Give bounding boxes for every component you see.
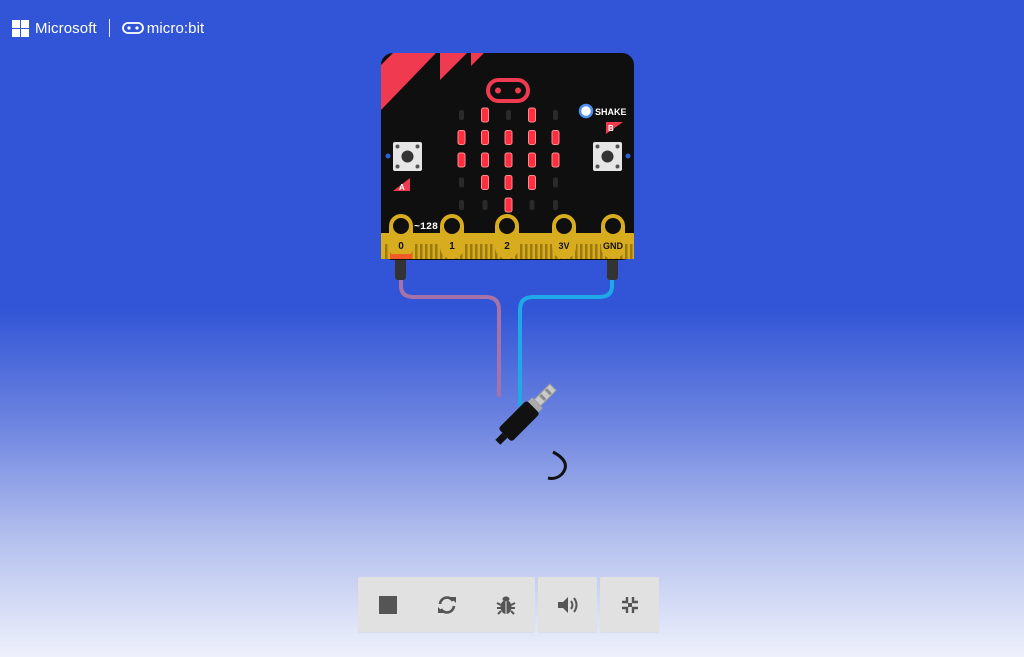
gnd-wire [518,266,614,407]
led-2-1 [481,152,489,168]
led-0-3 [528,107,536,123]
toolbar-group-main [358,577,535,632]
stop-icon [378,595,397,614]
simulator-canvas: SHAKE B A 0 1 2 3V GND ~128 [381,53,634,480]
led-2-0 [457,152,466,168]
pin-3v[interactable]: 3V [552,214,576,259]
button-a-label: A [399,183,405,192]
led-3-1 [481,175,489,190]
pin-label: GND [603,241,624,251]
led-3-4 [553,177,558,188]
pin-2[interactable]: 2 [495,214,519,259]
pin0-wire [399,266,501,397]
mute-button[interactable] [538,577,597,632]
led-0-4 [553,110,558,120]
stop-button[interactable] [358,577,417,632]
restart-icon [437,595,456,614]
led-0-0 [459,110,464,120]
led-4-2 [504,197,513,213]
fullscreen-icon [621,596,638,613]
pin-1[interactable]: 1 [440,214,464,259]
led-0-2 [506,110,511,120]
led-0-1 [481,107,489,123]
led-4-3 [529,200,535,210]
toolbar-group-view [600,577,659,632]
shake-label: SHAKE [595,107,627,117]
debug-button[interactable] [476,577,535,632]
led-1-3 [528,130,536,145]
headphone-jack [495,383,567,480]
led-1-1 [481,130,489,145]
debug-icon [496,596,515,615]
pin-label: 0 [398,241,404,252]
toolbar-group-sound [538,577,597,632]
led-2-4 [551,152,560,168]
led-1-4 [551,130,560,145]
restart-button[interactable] [417,577,476,632]
led-4-4 [553,200,558,210]
led-1-0 [457,130,466,145]
button-b[interactable] [593,142,622,171]
pin-label: 1 [449,241,455,252]
fullscreen-button[interactable] [600,577,659,632]
led-3-2 [504,175,513,190]
led-2-3 [528,152,536,168]
led-2-2 [504,152,513,168]
button-b-label: B [608,124,614,133]
pin0-value: ~128 [414,222,438,233]
led-3-0 [459,177,464,188]
pin-0[interactable]: 0 [389,214,413,259]
microbit-board[interactable]: SHAKE B A 0 1 2 3V GND ~128 [381,53,634,260]
simulator-toolbar [358,577,662,632]
led-1-2 [504,130,513,145]
led-4-0 [459,200,464,210]
mute-icon [557,596,577,613]
button-a[interactable] [393,142,422,171]
pin-gnd[interactable]: GND [601,214,625,259]
led-4-1 [482,200,488,210]
pin-label: 3V [558,241,569,251]
shake-button[interactable] [578,103,594,119]
pin-label: 2 [504,241,510,252]
led-3-3 [528,175,536,190]
